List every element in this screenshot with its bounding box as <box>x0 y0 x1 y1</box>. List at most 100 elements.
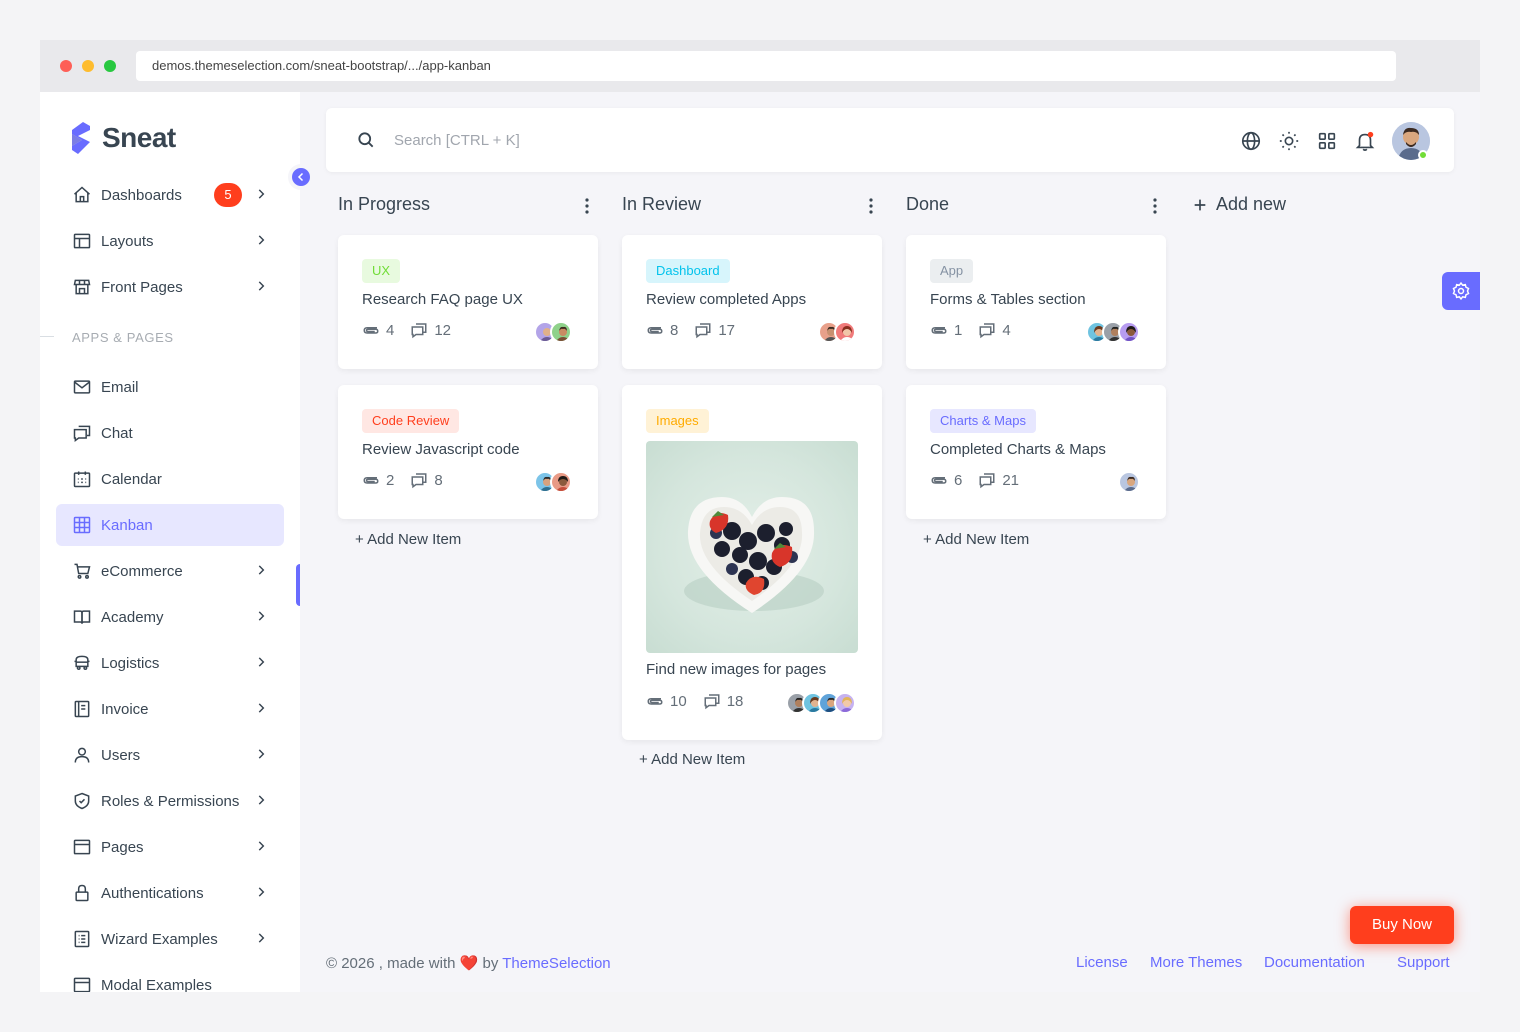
sidebar-item-logistics[interactable]: Logistics <box>56 642 284 684</box>
minimize-window-dot[interactable] <box>82 60 94 72</box>
address-bar[interactable]: demos.themeselection.com/sneat-bootstrap… <box>136 51 1396 81</box>
brand-logo[interactable]: Sneat <box>70 120 176 156</box>
footer-link-license[interactable]: License <box>1076 954 1128 971</box>
column-options-icon[interactable] <box>585 198 589 214</box>
mail-icon <box>72 377 92 397</box>
card-tag: Images <box>646 409 709 433</box>
sidebar-section-header: APPS & PAGES <box>40 312 284 362</box>
collapse-sidebar-button[interactable] <box>288 164 314 190</box>
column-title-done: Done <box>906 194 950 214</box>
sidebar-item-chat[interactable]: Chat <box>56 412 284 454</box>
user-icon <box>72 745 92 765</box>
sidebar-item-layouts[interactable]: Layouts <box>56 220 284 262</box>
chat-icon <box>72 423 92 443</box>
avatar[interactable] <box>1118 471 1140 493</box>
kanban-card[interactable]: Dashboard Review completed Apps 8 17 <box>622 235 882 369</box>
footer-link-more-themes[interactable]: More Themes <box>1150 954 1242 971</box>
sidebar-item-modal-examples[interactable]: Modal Examples <box>56 964 284 992</box>
chevron-right-icon <box>258 703 265 713</box>
sidebar-item-academy[interactable]: Academy <box>56 596 284 638</box>
sneat-logo-icon <box>72 122 90 154</box>
assignee-avatars <box>534 321 572 343</box>
avatar[interactable] <box>550 321 572 343</box>
add-new-column-button[interactable]: Add new <box>1192 194 1286 215</box>
kanban-card[interactable]: Images Find new images for pages 10 18 <box>622 385 882 740</box>
comment-count: 8 <box>434 471 443 489</box>
sidebar-item-wizard-examples[interactable]: Wizard Examples <box>56 918 284 960</box>
card-title: Find new images for pages <box>646 661 827 678</box>
by-text: by <box>482 955 499 972</box>
column-title-in-progress: In Progress <box>338 194 431 214</box>
chevron-right-icon <box>258 887 265 897</box>
sidebar-item-invoice[interactable]: Invoice <box>56 688 284 730</box>
card-tag: App <box>930 259 974 283</box>
comment-count: 17 <box>718 321 736 339</box>
chevron-right-icon <box>258 841 265 851</box>
card-meta: 8 17 <box>646 321 751 339</box>
maximize-window-dot[interactable] <box>104 60 116 72</box>
invoice-icon <box>72 699 92 719</box>
buy-now-button[interactable]: Buy Now <box>1350 906 1454 944</box>
lock-icon <box>72 883 92 903</box>
kanban-card[interactable]: Charts & Maps Completed Charts & Maps 6 … <box>906 385 1166 519</box>
column-options-icon[interactable] <box>1153 198 1157 214</box>
top-navbar <box>326 108 1454 172</box>
column-title-in-review: In Review <box>622 194 702 214</box>
theme-sun-icon[interactable] <box>1278 130 1300 152</box>
sidebar-item-ecommerce[interactable]: eCommerce <box>56 550 284 592</box>
chevron-right-icon <box>258 933 265 943</box>
chevron-right-icon <box>258 281 265 291</box>
search-input[interactable] <box>394 126 794 154</box>
comment-icon <box>979 473 995 489</box>
notification-bell-icon[interactable] <box>1354 130 1376 152</box>
sidebar-item-calendar[interactable]: Calendar <box>56 458 284 500</box>
sidebar-item-email[interactable]: Email <box>56 366 284 408</box>
comment-icon <box>411 473 427 489</box>
search-icon[interactable] <box>356 130 376 150</box>
sidebar-item-front-pages[interactable]: Front Pages <box>56 266 284 308</box>
attachment-count: 1 <box>954 321 963 339</box>
paperclip-icon <box>647 327 663 334</box>
footer-link-documentation[interactable]: Documentation <box>1264 954 1365 971</box>
sidebar-item-label: Kanban <box>101 516 153 534</box>
avatar[interactable] <box>550 471 572 493</box>
add-new-item-button[interactable]: + Add New Item <box>639 751 745 768</box>
sidebar-item-label: Authentications <box>101 884 204 902</box>
sidebar-item-users[interactable]: Users <box>56 734 284 776</box>
company-link[interactable]: ThemeSelection <box>502 955 610 972</box>
sidebar-item-pages[interactable]: Pages <box>56 826 284 868</box>
assignee-avatars <box>818 321 856 343</box>
attachment-count: 6 <box>954 471 963 489</box>
avatar[interactable] <box>834 692 856 714</box>
footer-copyright: © 2026 , made with ❤️ by ThemeSelection <box>326 954 611 972</box>
column-options-icon[interactable] <box>869 198 873 214</box>
sidebar-item-roles-permissions[interactable]: Roles & Permissions <box>56 780 284 822</box>
card-image[interactable] <box>646 441 858 653</box>
sidebar-item-kanban[interactable]: Kanban <box>56 504 284 546</box>
brand-name: Sneat <box>102 122 176 153</box>
store-icon <box>72 277 92 297</box>
chevron-left-icon <box>297 172 304 182</box>
attachment-count: 2 <box>386 471 395 489</box>
heart-bowl-berries-image <box>684 497 824 613</box>
shortcuts-grid-icon[interactable] <box>1316 130 1338 152</box>
comment-icon <box>695 323 711 339</box>
sidebar-item-authentications[interactable]: Authentications <box>56 872 284 914</box>
add-new-item-button[interactable]: + Add New Item <box>355 531 461 548</box>
kanban-card[interactable]: Code Review Review Javascript code 2 8 <box>338 385 598 519</box>
footer-link-support[interactable]: Support <box>1397 954 1450 971</box>
avatar[interactable] <box>1118 321 1140 343</box>
kanban-card[interactable]: UX Research FAQ page UX 4 12 <box>338 235 598 369</box>
sidebar-item-dashboards[interactable]: Dashboards 5 <box>56 174 284 216</box>
template-customizer-button[interactable] <box>1442 272 1480 310</box>
comment-count: 12 <box>434 321 452 339</box>
avatar[interactable] <box>834 321 856 343</box>
sidebar-item-label: Pages <box>101 838 144 856</box>
comment-count: 18 <box>726 692 744 710</box>
close-window-dot[interactable] <box>60 60 72 72</box>
kanban-card[interactable]: App Forms & Tables section 1 4 <box>906 235 1166 369</box>
add-new-item-button[interactable]: + Add New Item <box>923 531 1029 548</box>
chevron-right-icon <box>258 235 265 245</box>
comment-icon <box>704 694 720 710</box>
language-globe-icon[interactable] <box>1240 130 1262 152</box>
